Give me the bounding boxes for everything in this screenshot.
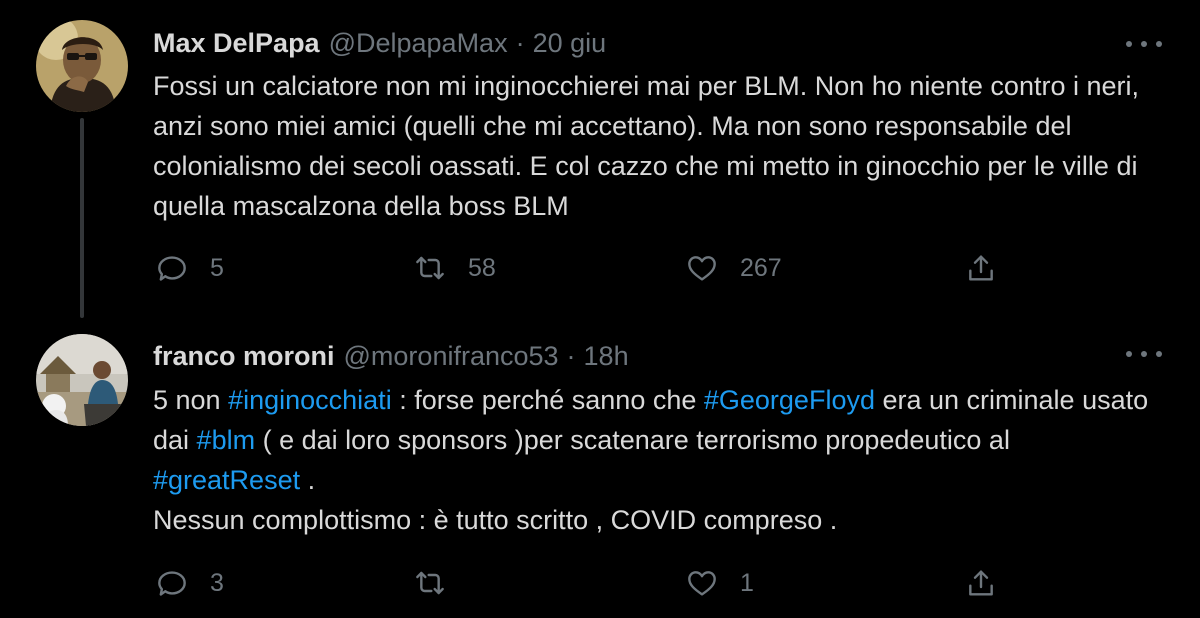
like-icon — [688, 571, 716, 596]
thread-line — [80, 118, 84, 318]
separator-dot: · — [566, 340, 576, 371]
share-icon — [969, 570, 993, 596]
like-icon — [688, 256, 716, 281]
text-segment: : forse perché sanno che — [391, 385, 704, 415]
retweet-icon — [416, 256, 444, 280]
avatar[interactable] — [36, 334, 128, 426]
separator-dot: · — [515, 27, 525, 58]
hashtag-link[interactable]: #blm — [197, 425, 256, 455]
tweet-header: Max DelPapa @DelpapaMax · 20 giu — [153, 25, 606, 61]
action-bar: 3 1 — [0, 563, 1200, 603]
like-count: 1 — [740, 568, 754, 597]
share-button[interactable] — [965, 248, 997, 288]
author-handle[interactable]: @DelpapaMax — [329, 28, 508, 59]
tweet[interactable]: franco moroni @moronifranco53 · 18h 5 no… — [0, 320, 1200, 618]
reply-button[interactable]: 5 — [156, 248, 224, 288]
hashtag-link[interactable]: #greatReset — [153, 465, 300, 495]
reply-button[interactable]: 3 — [156, 563, 224, 603]
hashtag-link[interactable]: #inginocchiati — [228, 385, 392, 415]
tweet-text: 5 non #inginocchiati : forse perché sann… — [153, 380, 1163, 540]
like-button[interactable]: 267 — [686, 248, 782, 288]
more-icon[interactable] — [1126, 34, 1162, 54]
tweet-text: Fossi un calciatore non mi inginocchiere… — [153, 71, 1139, 221]
avatar-image — [36, 20, 128, 112]
tweet-header: franco moroni @moronifranco53 · 18h — [153, 338, 629, 374]
share-button[interactable] — [965, 563, 997, 603]
more-icon[interactable] — [1126, 344, 1162, 364]
hashtag-link[interactable]: #GeorgeFloyd — [704, 385, 875, 415]
author-name[interactable]: Max DelPapa — [153, 28, 320, 59]
text-segment: 5 non — [153, 385, 229, 415]
reply-count: 5 — [210, 253, 224, 282]
author-handle[interactable]: @moronifranco53 — [344, 341, 559, 372]
text-segment: ( e dai loro sponsors )per scatenare ter… — [255, 425, 1010, 455]
retweet-button[interactable] — [414, 563, 468, 603]
reply-icon — [158, 256, 186, 281]
retweet-count: 58 — [468, 253, 496, 282]
reply-icon — [158, 571, 186, 596]
retweet-icon — [416, 571, 444, 595]
retweet-button[interactable]: 58 — [414, 248, 496, 288]
reply-count: 3 — [210, 568, 224, 597]
action-bar: 5 58 267 — [0, 248, 1200, 288]
share-icon — [969, 255, 993, 281]
like-count: 267 — [740, 253, 782, 282]
avatar[interactable] — [36, 20, 128, 112]
avatar-image — [36, 334, 128, 426]
author-name[interactable]: franco moroni — [153, 341, 335, 372]
like-button[interactable]: 1 — [686, 563, 754, 603]
timestamp[interactable]: 18h — [584, 341, 629, 372]
timestamp[interactable]: 20 giu — [533, 28, 607, 59]
tweet[interactable]: Max DelPapa @DelpapaMax · 20 giu Fossi u… — [0, 0, 1200, 320]
